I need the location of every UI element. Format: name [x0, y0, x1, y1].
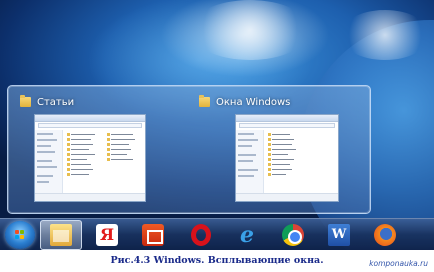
folder-icon — [199, 95, 210, 107]
thumbnail-header: Окна Windows — [199, 94, 364, 110]
wallpaper-cloud — [340, 10, 430, 60]
taskbar-button-office[interactable] — [132, 220, 174, 250]
office-icon — [142, 224, 164, 246]
yandex-browser-icon: Я — [96, 224, 118, 246]
wallpaper-cloud — [190, 0, 310, 60]
taskbar-button-opera[interactable] — [180, 220, 222, 250]
taskbar-button-explorer[interactable] — [40, 220, 82, 250]
taskbar-button-word[interactable]: W — [318, 220, 360, 250]
folder-icon — [20, 95, 31, 107]
thumbnail-window-windows[interactable]: Окна Windows — [199, 94, 364, 210]
window-preview — [34, 114, 146, 202]
taskbar-button-yandex[interactable]: Я — [86, 220, 128, 250]
site-watermark: komponauka.ru — [369, 259, 428, 268]
taskbar-thumbnail-preview-panel: Статьи Окна Windows — [7, 85, 371, 214]
thumbnail-window-articles[interactable]: Статьи — [20, 94, 185, 210]
chrome-icon — [282, 224, 304, 246]
thumbnail-header: Статьи — [20, 94, 185, 110]
window-preview-address-bar — [38, 123, 142, 128]
window-preview-toolbar — [236, 115, 338, 122]
window-preview-status-bar — [236, 193, 338, 201]
taskbar-button-internet-explorer[interactable]: e — [226, 220, 268, 250]
window-preview-navigation — [35, 130, 63, 193]
word-icon: W — [328, 224, 350, 246]
thumbnail-title: Статьи — [37, 96, 75, 108]
desktop: Статьи Окна Windows Я e W — [0, 0, 434, 250]
windows-start-icon — [15, 230, 25, 240]
thumbnail-title: Окна Windows — [216, 96, 291, 108]
window-preview-toolbar — [35, 115, 145, 122]
explorer-folder-icon — [50, 224, 72, 246]
firefox-icon — [374, 224, 396, 246]
taskbar: Я e W — [0, 218, 434, 250]
taskbar-button-firefox[interactable] — [364, 220, 406, 250]
window-preview-body — [236, 130, 338, 193]
internet-explorer-icon: e — [240, 222, 254, 248]
window-preview-status-bar — [35, 193, 145, 201]
window-preview — [235, 114, 339, 202]
opera-icon — [191, 224, 211, 246]
window-preview-navigation — [236, 130, 264, 193]
start-button[interactable] — [5, 221, 35, 249]
window-preview-body — [35, 130, 145, 193]
window-preview-address-bar — [239, 123, 335, 128]
taskbar-button-chrome[interactable] — [272, 220, 314, 250]
